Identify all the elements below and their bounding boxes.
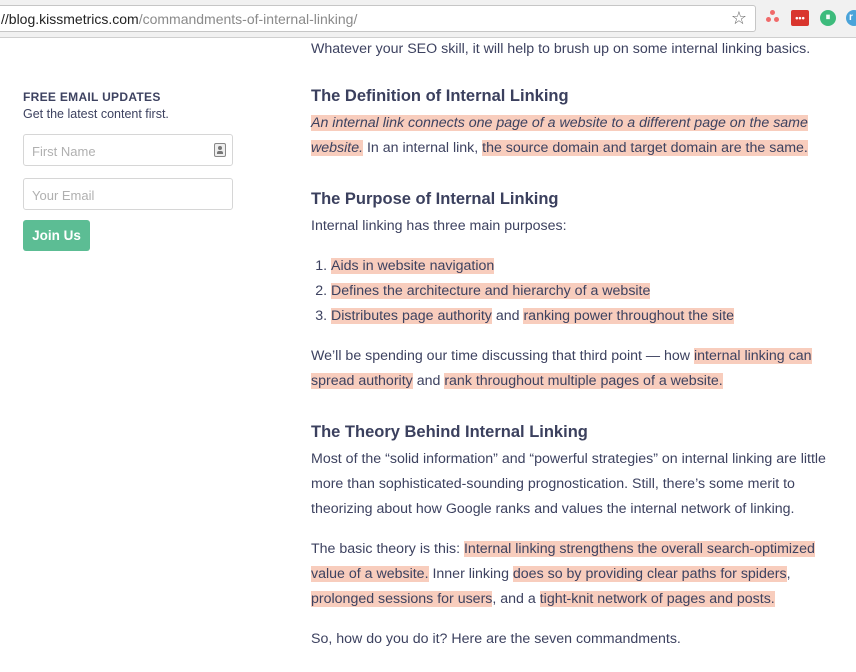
highlight: the source domain and target domain are … [482, 140, 808, 156]
highlight: Distributes page authority [331, 308, 492, 324]
heading-purpose: The Purpose of Internal Linking [311, 190, 559, 208]
highlight: rank throughout multiple pages of a webs… [444, 373, 723, 389]
highlight: ranking power throughout the site [523, 308, 735, 324]
first-name-field[interactable] [23, 134, 233, 166]
heading-definition: The Definition of Internal Linking [311, 87, 569, 105]
list-item: Aids in website navigation [331, 254, 831, 279]
basic-theory-paragraph: The basic theory is this: Internal linki… [311, 541, 815, 607]
purpose-list: Aids in website navigation Defines the a… [311, 254, 831, 329]
heading-theory: The Theory Behind Internal Linking [311, 423, 588, 441]
theory-paragraph: Most of the “solid information” and “pow… [311, 451, 826, 517]
intro-paragraph: Whatever your SEO skill, it will help to… [311, 41, 811, 57]
closing-paragraph: So, how do you do it? Here are the seven… [311, 631, 681, 647]
article-body: Whatever your SEO skill, it will help to… [311, 37, 831, 652]
asana-extension-icon[interactable] [766, 10, 780, 24]
highlight: does so by providing clear paths for spi… [512, 566, 787, 582]
highlight: prolonged sessions for users [311, 591, 493, 607]
signup-subtitle: Get the latest content first. [23, 107, 169, 121]
join-us-button[interactable]: Join Us [23, 220, 90, 251]
email-input[interactable] [30, 180, 204, 210]
highlight: tight-knit network of pages and posts. [539, 591, 775, 607]
email-field[interactable] [23, 178, 233, 210]
red-extension-icon[interactable]: ••• [791, 10, 809, 26]
url-text[interactable]: //blog.kissmetrics.com/commandments-of-i… [1, 11, 357, 27]
definition-paragraph: An internal link connects one page of a … [311, 115, 808, 156]
signup-title: FREE EMAIL UPDATES [23, 90, 161, 104]
partial-extension-icon[interactable]: r [846, 10, 856, 26]
purpose-intro: Internal linking has three main purposes… [311, 218, 567, 234]
list-item: Distributes page authority and ranking p… [331, 304, 831, 329]
highlight: Aids in website navigation [331, 258, 495, 274]
spending-paragraph: We’ll be spending our time discussing th… [311, 348, 812, 389]
highlight: Defines the architecture and hierarchy o… [331, 283, 651, 299]
browser-toolbar: //blog.kissmetrics.com/commandments-of-i… [0, 0, 856, 38]
contact-card-icon[interactable] [214, 143, 226, 157]
address-bar[interactable]: //blog.kissmetrics.com/commandments-of-i… [0, 5, 756, 32]
first-name-input[interactable] [30, 136, 204, 166]
email-signup-widget: FREE EMAIL UPDATES Get the latest conten… [23, 90, 233, 251]
green-extension-icon[interactable]: ⏸ [820, 10, 836, 26]
bookmark-star-icon[interactable]: ☆ [731, 8, 747, 29]
list-item: Defines the architecture and hierarchy o… [331, 279, 831, 304]
